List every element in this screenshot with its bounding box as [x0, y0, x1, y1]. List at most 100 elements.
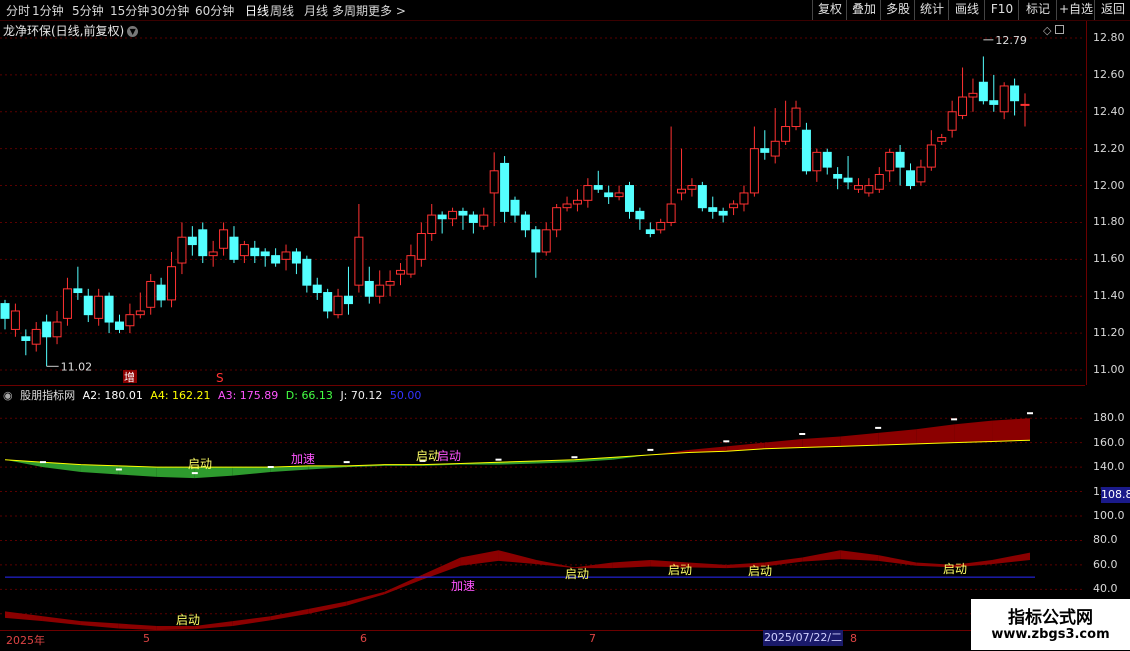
- candle-body: [489, 170, 499, 194]
- candle-body: [937, 137, 947, 142]
- candle-body: [135, 310, 145, 316]
- toolbar-button-2[interactable]: 多股: [880, 0, 915, 20]
- date-month-5: 5: [143, 632, 150, 645]
- a2-marker: [1027, 412, 1033, 415]
- candle-body: [146, 280, 156, 308]
- candle-body: [312, 284, 322, 294]
- candle-body: [229, 236, 239, 260]
- candle-body: [874, 173, 884, 190]
- ind-lower-band: [878, 555, 917, 566]
- ind-upper-band: [954, 420, 993, 443]
- signal-lower-3: 启动: [668, 563, 692, 577]
- candle-body: [791, 107, 801, 128]
- candle-body: [812, 151, 822, 172]
- candle-body: [843, 177, 853, 183]
- candle-body: [62, 288, 72, 319]
- signal-upper-1: 加速: [291, 452, 315, 466]
- candle-body: [385, 280, 395, 286]
- a2-marker: [343, 461, 350, 464]
- toolbar-button-3[interactable]: 统计: [914, 0, 949, 20]
- low-label: 11.02: [61, 360, 93, 373]
- candle-body: [343, 295, 353, 305]
- candle-body: [167, 266, 177, 301]
- period-tab-6[interactable]: 日线: [245, 2, 269, 19]
- candle-body: [718, 210, 728, 216]
- toolbar-button-8[interactable]: 返回: [1094, 0, 1130, 20]
- candle-body: [958, 96, 968, 116]
- toolbar-button-7[interactable]: +自选: [1056, 0, 1095, 20]
- candle-body: [999, 85, 1009, 113]
- indicator-chart[interactable]: 启动 加速 启动启动启动加速启动 启动 启动 启动: [0, 385, 1085, 630]
- period-tab-5[interactable]: 60分钟: [195, 2, 234, 19]
- toolbar-button-5[interactable]: F10: [984, 0, 1019, 20]
- candle-body: [635, 210, 645, 220]
- period-tab-3[interactable]: 15分钟: [110, 2, 149, 19]
- toolbar-button-1[interactable]: 叠加: [846, 0, 881, 20]
- signal-lower-5: 启动: [943, 562, 967, 576]
- candle-body: [614, 192, 624, 198]
- toolbar-button-4[interactable]: 画线: [948, 0, 985, 20]
- period-tab-9[interactable]: 多周期: [332, 2, 368, 19]
- candle-body: [83, 295, 93, 316]
- signal-upper-3: 启动: [437, 449, 461, 463]
- candle-body: [968, 92, 978, 98]
- period-tab-0[interactable]: 分时: [6, 2, 30, 19]
- toolbar-button-0[interactable]: 复权: [812, 0, 847, 20]
- candle-body: [520, 214, 530, 231]
- watermark-title: 指标公式网: [1008, 608, 1093, 628]
- period-tab-10[interactable]: 更多 >: [368, 2, 406, 19]
- candle-body: [10, 310, 20, 330]
- candle-body: [947, 111, 957, 131]
- candle-body: [708, 207, 718, 212]
- candle-body: [198, 229, 208, 257]
- ind-lower-band: [5, 611, 43, 622]
- candle-body: [500, 162, 510, 212]
- candle-body: [104, 295, 114, 323]
- candle-body: [593, 185, 603, 190]
- candle-body: [281, 251, 291, 260]
- price-axis-label: 12.40: [1093, 104, 1125, 118]
- ind-lower-band: [498, 550, 537, 565]
- candle-body: [0, 303, 10, 319]
- candle-body: [354, 236, 364, 286]
- candlestick-chart[interactable]: 12.79 11.02 增 S: [0, 21, 1085, 385]
- candle-body: [781, 126, 791, 142]
- candle-body: [239, 244, 249, 257]
- date-month-6: 6: [360, 632, 367, 645]
- candle-body: [666, 203, 676, 223]
- ind-lower-band: [42, 616, 81, 626]
- ind-lower-band: [992, 552, 1030, 565]
- candle-body: [73, 288, 83, 294]
- candle-body: [864, 185, 874, 194]
- ind-upper-band: [802, 436, 841, 448]
- period-tab-1[interactable]: 1分钟: [32, 2, 64, 19]
- period-tab-8[interactable]: 月线: [304, 2, 328, 19]
- toolbar-button-6[interactable]: 标记: [1018, 0, 1057, 20]
- candle-body: [375, 284, 385, 297]
- a2-marker: [647, 448, 654, 451]
- period-tab-2[interactable]: 5分钟: [72, 2, 104, 19]
- ind-lower-band: [194, 621, 233, 630]
- candle-body: [926, 144, 936, 168]
- candle-body: [448, 210, 458, 220]
- candle-body: [541, 229, 551, 253]
- candle-body: [114, 321, 124, 330]
- candle-body: [770, 140, 780, 157]
- ind-upper-band: [118, 465, 157, 477]
- ind-upper-band: [878, 429, 917, 446]
- price-axis-label: 11.40: [1093, 289, 1125, 303]
- ind-lower-band: [422, 557, 461, 580]
- price-axis-label: 12.20: [1093, 141, 1125, 155]
- candle-body: [677, 188, 687, 194]
- period-tab-7[interactable]: 周线: [270, 2, 294, 19]
- candle-body: [437, 214, 447, 220]
- signal-lower-1: 加速: [451, 579, 475, 593]
- period-tab-4[interactable]: 30分钟: [150, 2, 189, 19]
- price-axis-label: 12.80: [1093, 31, 1125, 44]
- price-axis-label: 11.80: [1093, 215, 1125, 229]
- candle-body: [687, 185, 697, 190]
- candle-body: [52, 321, 62, 338]
- candle-body: [895, 151, 905, 168]
- ind-lower-band: [80, 621, 119, 629]
- candle-body: [656, 221, 666, 231]
